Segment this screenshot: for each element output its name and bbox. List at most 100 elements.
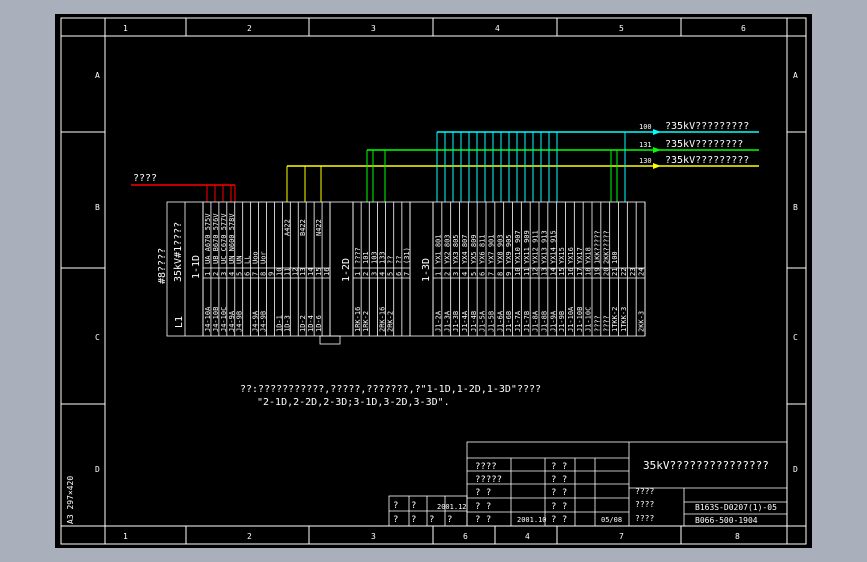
terminal-top-label: 1KK????? [593,230,601,264]
terminal-bottom-label: J1-4A [461,310,469,332]
terminal-number: 5 [236,272,244,276]
terminal-number: 7 [487,272,495,276]
terminal-top-label: UN N600 578V [228,213,236,264]
revision-cell: ? [447,515,452,525]
terminal-number: 16 [323,268,331,276]
terminal-bottom-label: 1D-3 [283,315,291,332]
terminal-number: 16 [567,268,575,276]
bus-number: 130 [639,157,652,165]
section2-name: 1-2D [341,258,352,282]
column-number-bottom: 6 [463,532,468,541]
row-letter-right: A [793,71,798,80]
terminal-top-label: YX2 803 [443,234,451,264]
revision-cell: ? [429,515,434,525]
terminal-number: 13 [540,268,548,276]
terminal-number: 18 [585,268,593,276]
terminal-number: 7 [252,272,260,276]
drawing-number: B163S-D0207(1)-05 [695,503,777,512]
terminal-number: 2 [362,272,370,276]
terminal-top-label: YX3 805 [452,234,460,264]
terminal-top-label: YX4 807 [461,234,469,264]
terminal-number: 4 [228,272,236,276]
drawing-title: 35kV??????????????? [643,459,769,472]
drawing-number-2: B066-500-1904 [695,516,758,525]
column-number-top: 6 [741,24,746,33]
title-block-mid-label: ? ? [551,462,567,472]
column-number-top: 2 [247,24,252,33]
terminal-bottom-label: ???? [602,315,610,332]
terminal-number: 21 [611,268,619,276]
row-letter-right: B [793,203,798,212]
title-block-left-label: ? ? [475,488,491,498]
terminal-top-label: ???? [354,247,362,264]
terminal-top-label: Uor [260,251,268,264]
terminal-number: 14 [307,268,315,276]
terminal-bottom-label: 1D-2 [299,315,307,332]
terminal-number: 9 [267,272,275,276]
column-number-top: 1 [123,24,128,33]
terminal-bottom-label: J4-9A [252,310,260,332]
note-line-2: "2-1D,2-2D,2-3D;3-1D,3-2D,3-3D". [257,397,450,408]
terminal-bottom-label: J1-10A [567,306,575,332]
terminal-number: 6 [479,272,487,276]
terminal-top-label: YX1 801 [434,234,442,264]
terminal-top-label: 101 [362,251,370,264]
terminal-bottom-label: 1TKK-2 [611,307,619,332]
date-1: 2001.12 [437,503,467,511]
terminal-number: 20 [602,268,610,276]
terminal-top-label: ?? [387,256,395,264]
terminal-top-label: 2KK????? [602,230,610,264]
terminal-bottom-label: J1-10C [585,307,593,332]
title-block-left-label: ???? [475,462,497,472]
terminal-number: 14 [549,268,557,276]
terminal-number: 22 [620,268,628,276]
bus-number: 131 [639,141,652,149]
terminal-bottom-label: J1-3A [443,310,451,332]
title-block-left-label: ? ? [475,502,491,512]
terminal-bottom-label: J1-8B [540,311,548,332]
bus-number: 100 [639,123,652,131]
terminal-top-label: LL [244,256,252,264]
row-letter-left: D [95,465,100,474]
terminal-number: 15 [558,268,566,276]
terminal-number: 4 [461,272,469,276]
title-block-mid-label: ? ? [551,515,567,525]
terminal-number: 10 [275,268,283,276]
section1-name: 1-1D [191,255,202,279]
terminal-top-label: 103 [370,251,378,264]
terminal-top-label: YX15 [558,247,566,264]
terminal-number: 24 [638,268,646,276]
row-letter-left: C [95,333,100,342]
column-number-top: 5 [619,24,624,33]
title-block-mid-label: ? ? [551,488,567,498]
terminal-top-label: UN [236,256,244,264]
column-number-bottom: 3 [371,532,376,541]
terminal-bottom-label: J1-5B [487,311,495,332]
terminal-bottom-label: J1-5A [479,310,487,332]
revision-cell: ? [393,515,398,525]
terminal-number: 7 [403,272,411,276]
terminal-top-label: YX5 809 [470,234,478,264]
section3-name: 1-3D [421,258,432,282]
terminal-number: 15 [315,268,323,276]
title-block-left-label: ????? [475,475,502,485]
revision-cell: ? [393,501,398,511]
red-wire-label: ???? [133,173,157,184]
row-letter-left: A [95,71,100,80]
title-block-mid-label: ? ? [551,475,567,485]
terminal-number: 8 [496,272,504,276]
terminal-top-label: ?? [395,256,403,264]
title-block-right-label: ???? [635,500,654,509]
terminal-top-label: Uoo [252,251,260,264]
terminal-number: 12 [291,268,299,276]
terminal-bottom-label: J1-8A [532,310,540,332]
column-number-top: 3 [371,24,376,33]
column-number-bottom: 8 [735,532,740,541]
terminal-number: 4 [379,272,387,276]
terminal-bottom-label: 2RK-16 [379,307,387,332]
terminal-bottom-label: J4-10B [212,307,220,332]
terminal-top-label: YX11 909 [523,230,531,264]
terminal-bottom-label: J1-2A [434,310,442,332]
terminal-bottom-label: J4-10C [220,307,228,332]
terminal-number: 5 [387,272,395,276]
